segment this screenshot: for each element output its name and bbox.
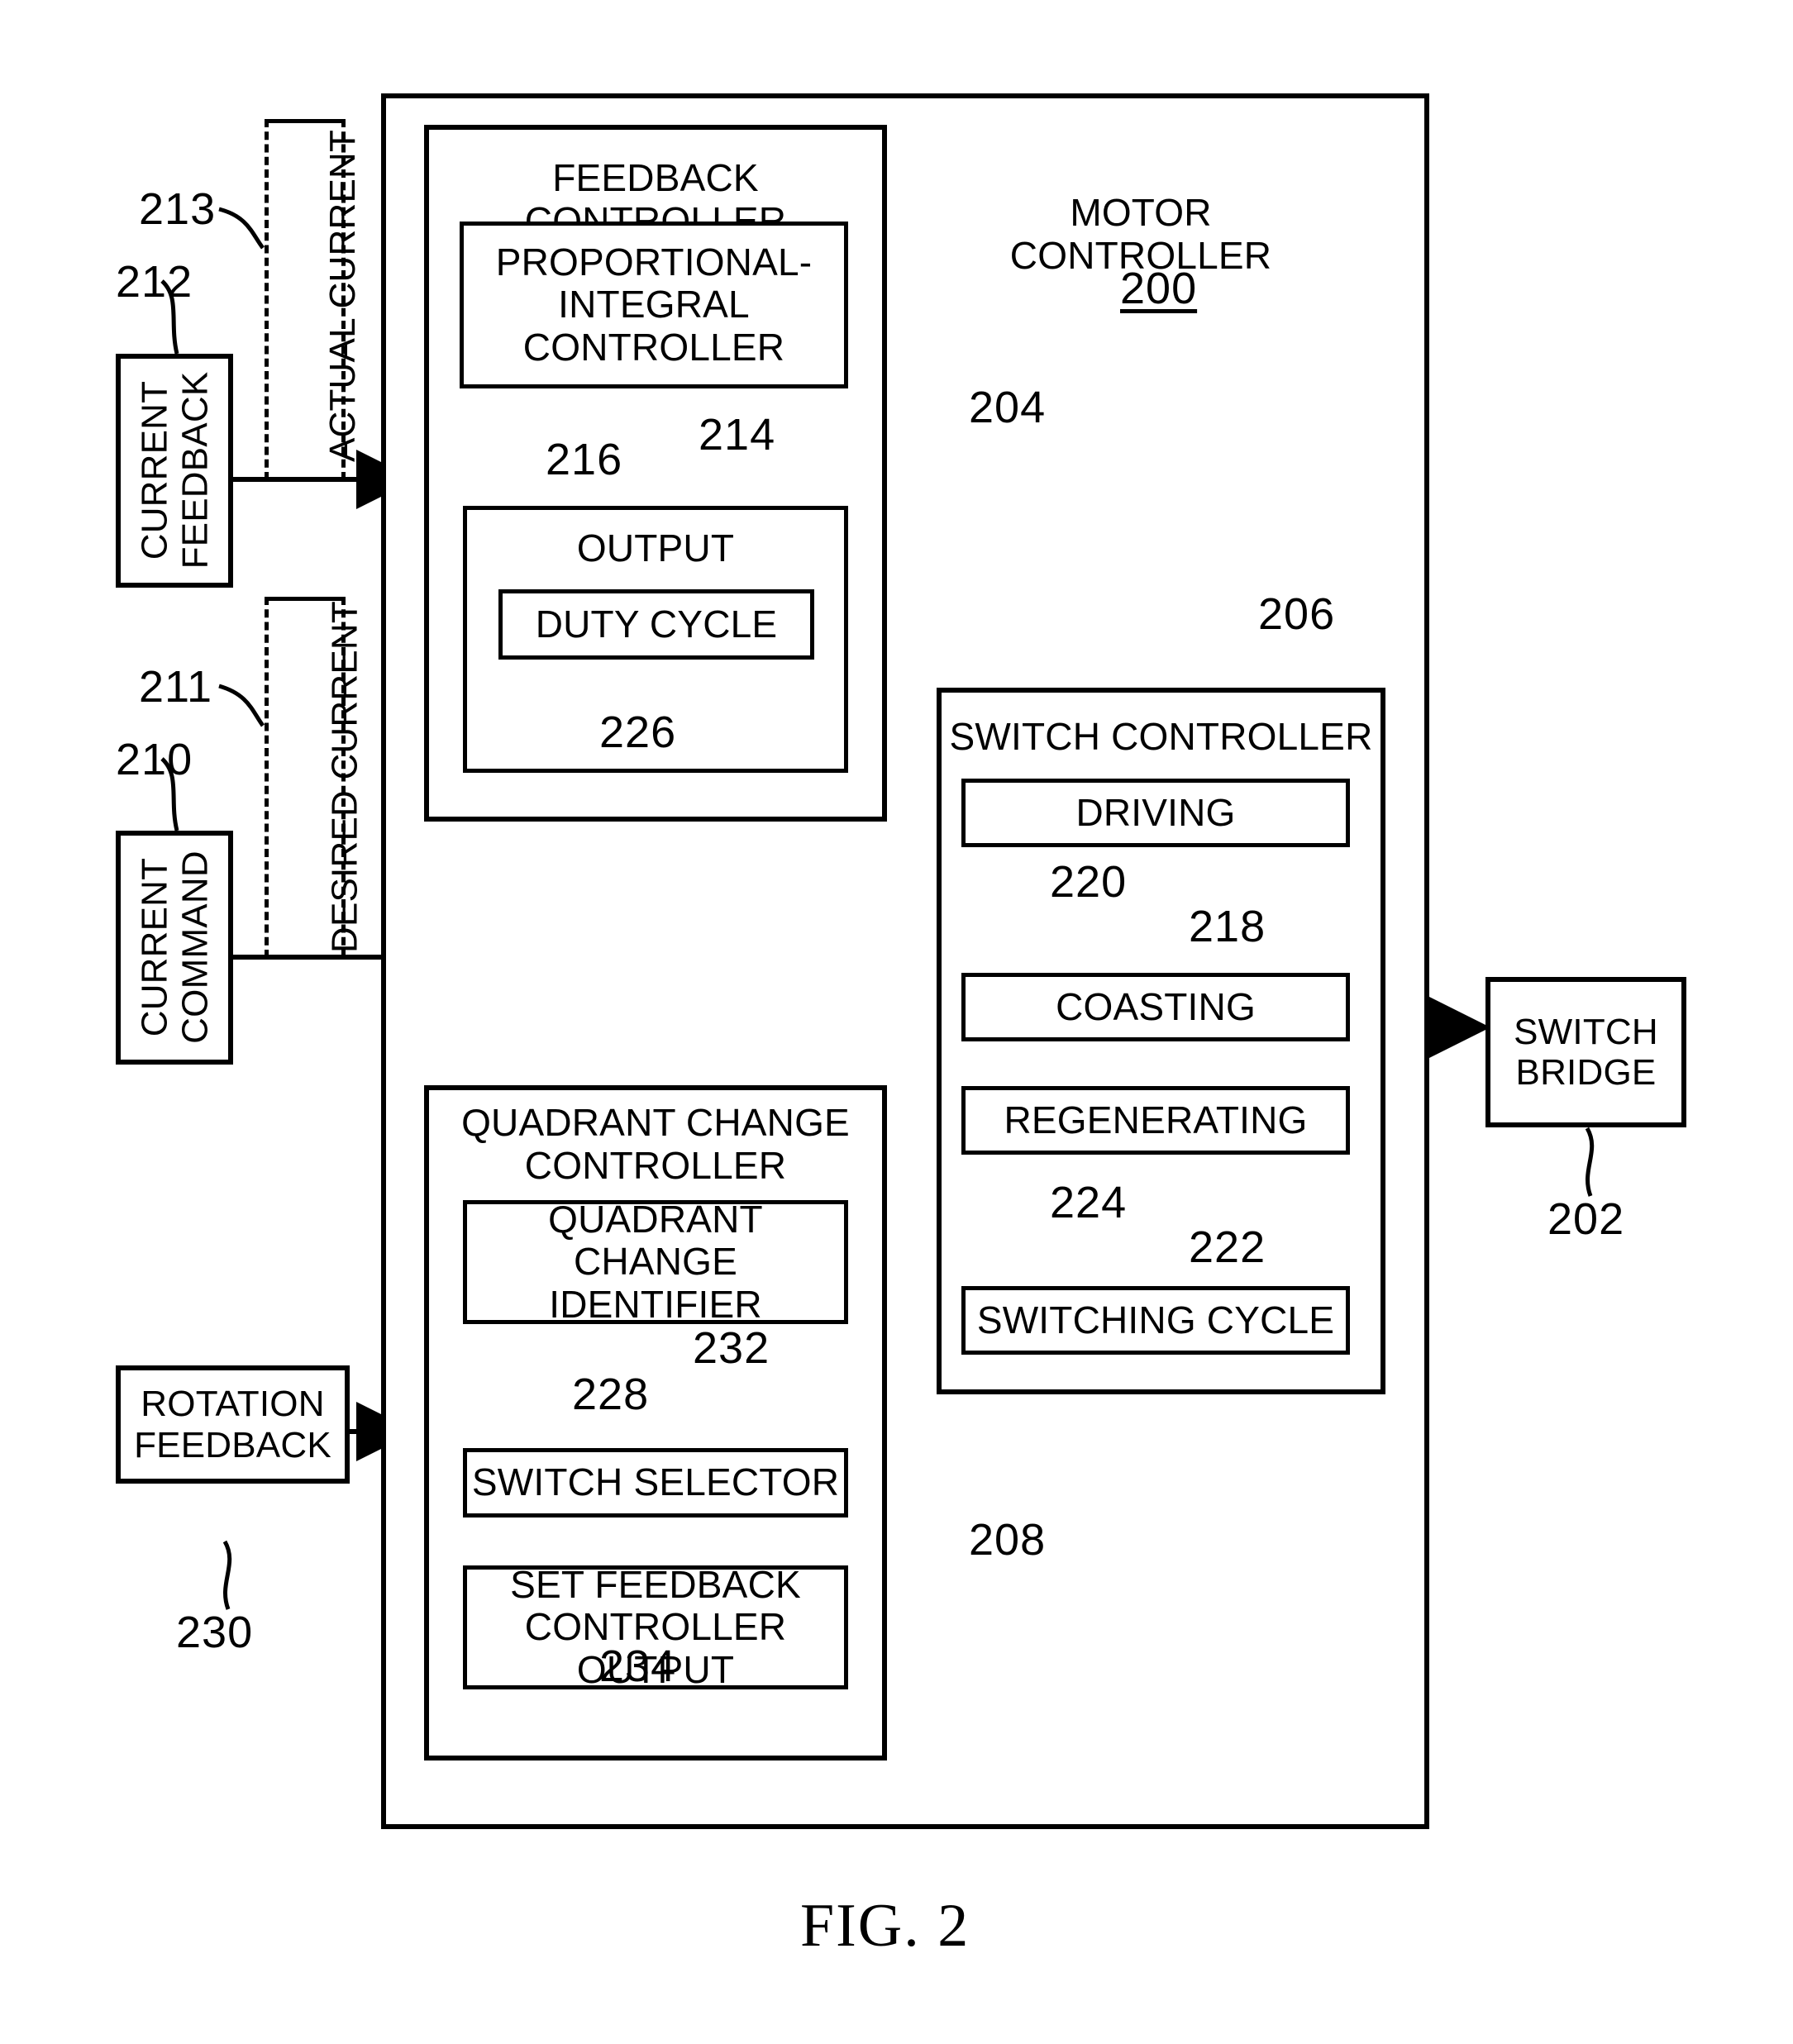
- duty-cycle-ref: 226: [599, 708, 677, 757]
- set-feedback-controller-output-ref: 234: [599, 1641, 677, 1691]
- current-feedback-label: CURRENT FEEDBACK: [134, 371, 216, 569]
- coasting-ref: 220: [1050, 857, 1128, 907]
- output-label: OUTPUT: [576, 526, 735, 569]
- switching-cycle-ref: 224: [1050, 1178, 1128, 1227]
- quadrant-change-controller-title: QUADRANT CHANGE CONTROLLER: [461, 1101, 850, 1187]
- quadrant-change-identifier-ref: 228: [572, 1370, 650, 1419]
- output-ref: 214: [699, 410, 776, 460]
- pi-controller-ref: 216: [546, 435, 623, 484]
- switch-selector-ref: 232: [693, 1323, 770, 1373]
- switch-bridge-ref: 202: [1547, 1194, 1625, 1244]
- motor-controller-ref: 200: [1120, 264, 1198, 313]
- rotation-feedback-ref: 230: [176, 1608, 254, 1657]
- switch-controller-title: SWITCH CONTROLLER: [949, 715, 1373, 758]
- actual-current-ref: 213: [139, 184, 217, 234]
- coasting-label: COASTING: [1056, 984, 1256, 1028]
- driving-label: DRIVING: [1075, 790, 1236, 834]
- figure-caption: FIG. 2: [800, 1892, 970, 1960]
- regenerating-ref: 222: [1189, 1222, 1266, 1272]
- quadrant-change-identifier-label: QUADRANT CHANGE IDENTIFIER: [548, 1197, 763, 1326]
- switch-selector-label: SWITCH SELECTOR: [471, 1460, 840, 1504]
- regenerating-label: REGENERATING: [1004, 1098, 1308, 1141]
- current-command-label: CURRENT COMMAND: [134, 850, 216, 1044]
- switching-cycle-label: SWITCHING CYCLE: [976, 1298, 1335, 1341]
- desired-current-label: DESIRED CURRENT: [324, 601, 365, 953]
- switch-controller-ref: 206: [1258, 589, 1336, 639]
- switch-bridge-label: SWITCH BRIDGE: [1514, 1011, 1658, 1093]
- current-command-ref: 210: [116, 735, 193, 784]
- duty-cycle-label: DUTY CYCLE: [535, 602, 778, 646]
- figure-canvas: MOTOR CONTROLLER 200 CURRENT FEEDBACK 21…: [0, 0, 1793, 2044]
- feedback-controller-ref: 204: [969, 383, 1047, 432]
- quadrant-change-controller-ref: 208: [969, 1515, 1047, 1565]
- rotation-feedback-label: ROTATION FEEDBACK: [134, 1384, 331, 1465]
- actual-current-label: ACTUAL CURRENT: [322, 129, 364, 463]
- proportional-integral-controller-label: PROPORTIONAL- INTEGRAL CONTROLLER: [495, 240, 813, 369]
- desired-current-ref: 211: [139, 662, 213, 712]
- driving-ref: 218: [1189, 902, 1266, 951]
- current-feedback-ref: 212: [116, 257, 193, 307]
